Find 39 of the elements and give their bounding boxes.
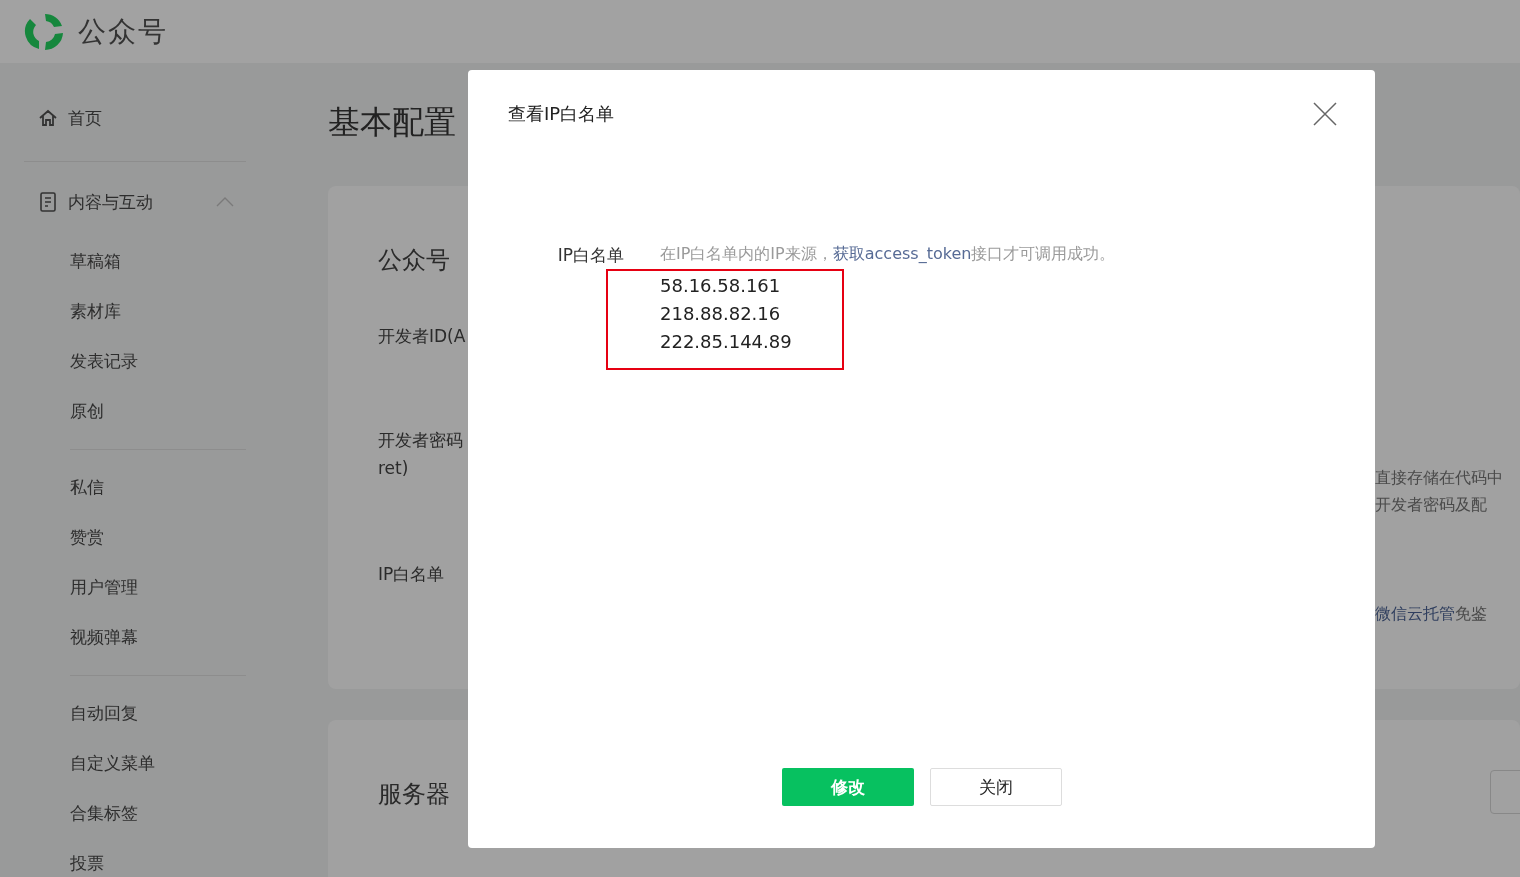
- chevron-icon[interactable]: [216, 197, 234, 207]
- ip-address: 58.16.58.161: [660, 274, 782, 298]
- sidebar-item[interactable]: 草稿箱: [70, 249, 121, 273]
- document-icon: [38, 191, 58, 213]
- ip-address: 218.88.82.16: [660, 302, 782, 326]
- card-title: 公众号: [378, 245, 450, 276]
- sidebar-item[interactable]: 赞赏: [70, 525, 104, 549]
- sidebar-item[interactable]: 私信: [70, 475, 104, 499]
- brand-name: 公众号: [78, 13, 168, 50]
- card-title: 服务器: [378, 779, 450, 810]
- note-text: 微信云托管免鉴: [1375, 604, 1488, 625]
- sidebar-item[interactable]: 视频弹幕: [70, 625, 138, 649]
- card-button[interactable]: [1490, 770, 1520, 814]
- sidebar-item[interactable]: 内容与互动: [68, 190, 153, 214]
- sidebar-item[interactable]: 发表记录: [70, 349, 138, 373]
- sidebar-item[interactable]: 原创: [70, 399, 104, 423]
- field-label: IP白名单: [557, 244, 624, 267]
- sidebar-item[interactable]: 用户管理: [70, 575, 138, 599]
- close-button[interactable]: 关闭: [929, 768, 1062, 806]
- sidebar-item[interactable]: 素材库: [70, 299, 121, 323]
- hint-text: 在IP白名单内的IP来源，获取access_token接口才可调用成功。: [660, 244, 1117, 265]
- dialog-title: 查看IP白名单: [508, 102, 615, 126]
- sidebar-item[interactable]: 合集标签: [70, 801, 138, 825]
- api-link[interactable]: 获取access_token: [832, 244, 972, 263]
- field-label: IP白名单: [378, 563, 445, 586]
- page-title: 基本配置: [328, 102, 456, 143]
- sidebar-item[interactable]: 首页: [68, 106, 102, 130]
- sidebar-item[interactable]: 自定义菜单: [70, 751, 155, 775]
- field-label: 开发者ID(A: [378, 325, 466, 348]
- sidebar-item[interactable]: 投票: [70, 851, 104, 875]
- close-icon[interactable]: [1313, 102, 1337, 126]
- ip-address: 222.85.144.89: [660, 330, 792, 354]
- field-label: ret): [378, 458, 409, 478]
- note-text: 直接存储在代码中: [1375, 468, 1504, 489]
- sidebar-item[interactable]: 自动回复: [70, 701, 138, 725]
- home-icon: [38, 108, 58, 128]
- field-label: 开发者密码: [378, 429, 463, 452]
- cloud-link[interactable]: 微信云托管: [1375, 604, 1455, 623]
- note-text: 开发者密码及配: [1375, 495, 1488, 516]
